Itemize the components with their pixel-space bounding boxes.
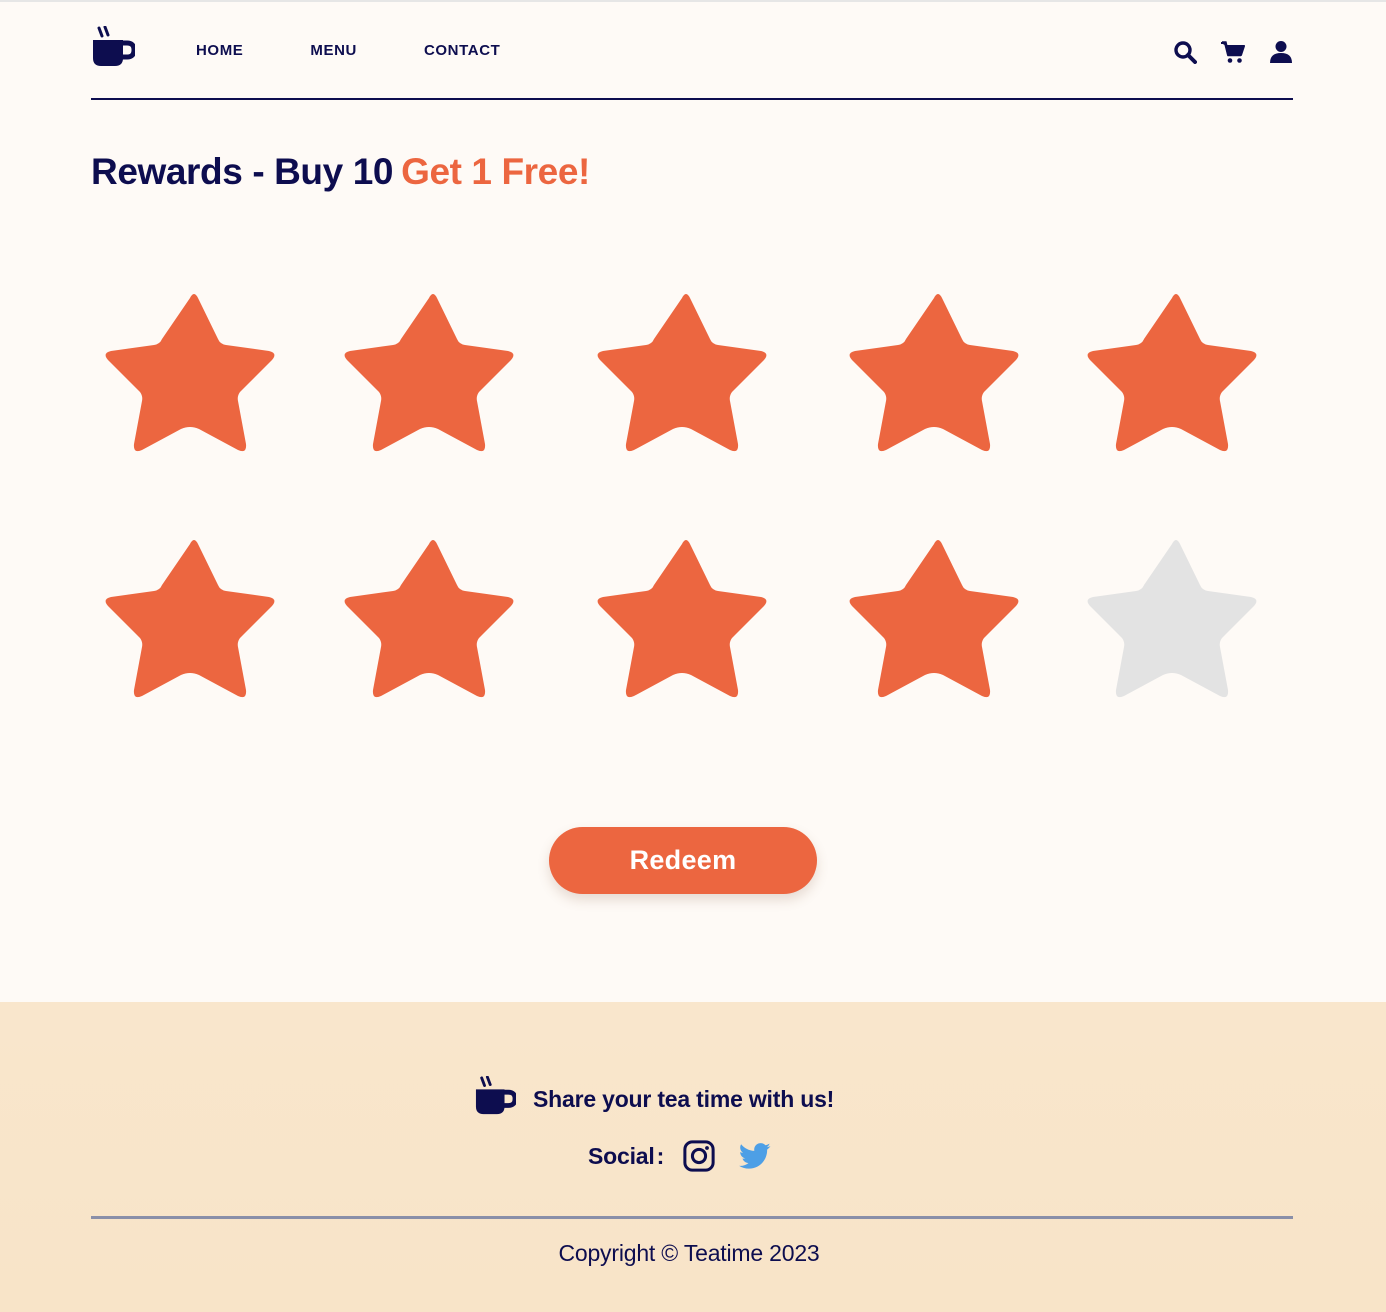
footer-social-row: Social: — [588, 1139, 794, 1173]
footer-divider — [91, 1216, 1293, 1219]
social-colon: : — [656, 1142, 665, 1169]
nav-contact-link[interactable]: CONTACT — [424, 42, 500, 59]
reward-star-9 — [846, 534, 1022, 704]
nav-home-link[interactable]: HOME — [196, 42, 243, 59]
reward-star-4 — [846, 288, 1022, 458]
title-main: Rewards - Buy 10 — [91, 151, 394, 192]
reward-star-8 — [594, 534, 770, 704]
reward-star-7 — [341, 534, 517, 704]
social-label: Social — [588, 1142, 655, 1169]
site-header: HOME MENU CONTACT — [91, 0, 1293, 101]
header-actions — [1149, 40, 1293, 64]
reward-star-1 — [102, 288, 278, 458]
twitter-icon[interactable] — [738, 1139, 772, 1173]
title-accent: Get 1 Free! — [401, 151, 590, 192]
teacup-logo-icon[interactable] — [91, 25, 137, 68]
reward-star-2 — [341, 288, 517, 458]
footer-share-text: Share your tea time with us! — [533, 1085, 835, 1112]
page-title: Rewards - Buy 10 Get 1 Free! — [91, 150, 590, 194]
reward-star-5 — [1084, 288, 1260, 458]
cart-icon[interactable] — [1221, 40, 1245, 64]
footer-share-row: Share your tea time with us! — [474, 1075, 835, 1118]
copyright-text: Copyright © Teatime 2023 — [558, 1240, 820, 1266]
redeem-button[interactable]: Redeem — [549, 827, 817, 894]
site-footer: Share your tea time with us! Social: Cop… — [0, 1002, 1386, 1312]
instagram-icon[interactable] — [682, 1139, 716, 1173]
footer-teacup-logo-icon — [474, 1075, 518, 1118]
reward-star-10 — [1084, 534, 1260, 704]
user-icon[interactable] — [1269, 40, 1293, 64]
nav-menu-link[interactable]: MENU — [310, 42, 357, 59]
main-nav: HOME MENU CONTACT — [196, 42, 567, 59]
reward-star-6 — [102, 534, 278, 704]
header-divider — [91, 98, 1293, 100]
reward-star-3 — [594, 288, 770, 458]
search-icon[interactable] — [1173, 40, 1197, 64]
